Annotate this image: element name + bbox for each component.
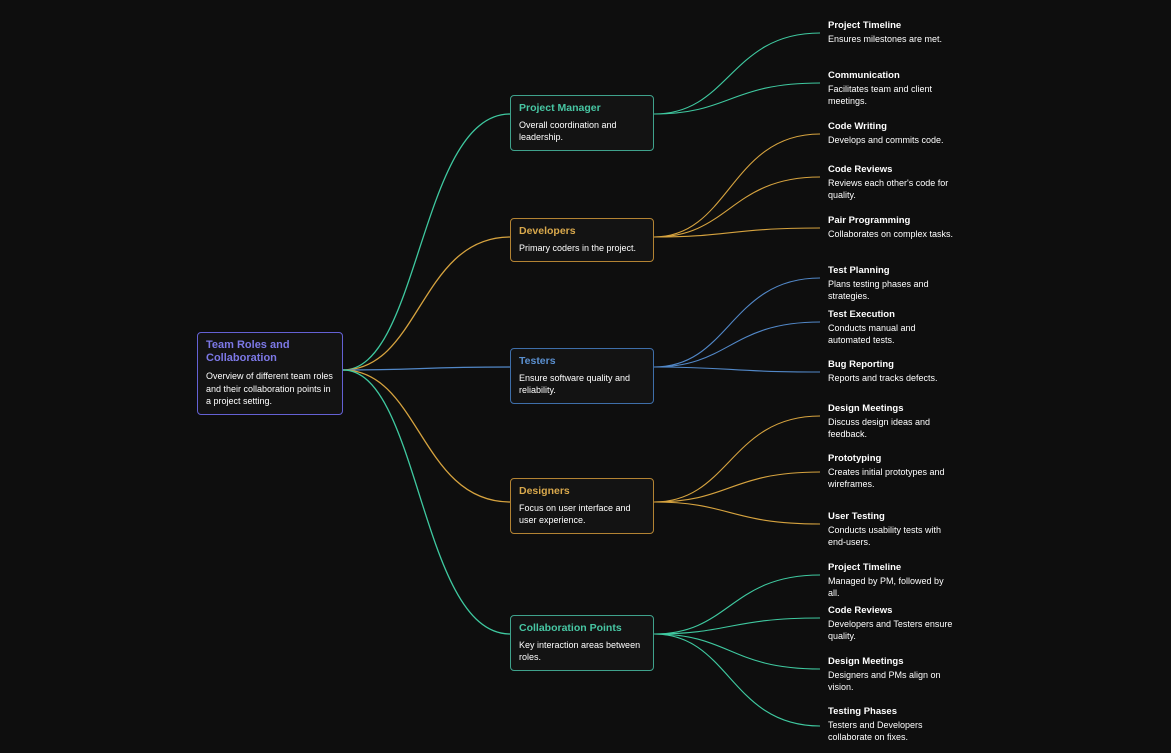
- leaf-desc: Developers and Testers ensure quality.: [828, 619, 954, 642]
- branch-desc: Ensure software quality and reliability.: [519, 372, 645, 396]
- branch-title: Project Manager: [519, 102, 645, 115]
- leaf-desc: Managed by PM, followed by all.: [828, 576, 954, 599]
- branch-designers[interactable]: Designers Focus on user interface and us…: [510, 478, 654, 534]
- leaf-title: Code Reviews: [828, 606, 954, 616]
- leaf-collab-design-meetings[interactable]: Design Meetings Designers and PMs align …: [820, 657, 962, 694]
- leaf-prototyping[interactable]: Prototyping Creates initial prototypes a…: [820, 454, 962, 491]
- leaf-title: Design Meetings: [828, 404, 954, 414]
- leaf-desc: Reviews each other's code for quality.: [828, 178, 954, 201]
- leaf-project-timeline[interactable]: Project Timeline Ensures milestones are …: [820, 21, 962, 46]
- leaf-title: Pair Programming: [828, 216, 954, 226]
- leaf-code-writing[interactable]: Code Writing Develops and commits code.: [820, 122, 962, 147]
- leaf-pair-programming[interactable]: Pair Programming Collaborates on complex…: [820, 216, 962, 241]
- leaf-title: Project Timeline: [828, 563, 954, 573]
- leaf-desc: Creates initial prototypes and wireframe…: [828, 467, 954, 490]
- leaf-desc: Designers and PMs align on vision.: [828, 670, 954, 693]
- leaf-title: Prototyping: [828, 454, 954, 464]
- leaf-desc: Ensures milestones are met.: [828, 34, 954, 46]
- leaf-desc: Reports and tracks defects.: [828, 373, 954, 385]
- mindmap-canvas[interactable]: Team Roles and Collaboration Overview of…: [0, 0, 1171, 753]
- leaf-collab-testing-phases[interactable]: Testing Phases Testers and Developers co…: [820, 707, 962, 744]
- leaf-title: Design Meetings: [828, 657, 954, 667]
- leaf-desc: Discuss design ideas and feedback.: [828, 417, 954, 440]
- branch-title: Designers: [519, 485, 645, 498]
- leaf-collab-code-reviews[interactable]: Code Reviews Developers and Testers ensu…: [820, 606, 962, 643]
- leaf-title: Project Timeline: [828, 21, 954, 31]
- leaf-title: Bug Reporting: [828, 360, 954, 370]
- branch-title: Developers: [519, 225, 645, 238]
- branch-developers[interactable]: Developers Primary coders in the project…: [510, 218, 654, 262]
- leaf-title: User Testing: [828, 512, 954, 522]
- leaf-desc: Facilitates team and client meetings.: [828, 84, 954, 107]
- branch-desc: Primary coders in the project.: [519, 242, 645, 254]
- branch-testers[interactable]: Testers Ensure software quality and reli…: [510, 348, 654, 404]
- branch-title: Testers: [519, 355, 645, 368]
- leaf-title: Communication: [828, 71, 954, 81]
- root-desc: Overview of different team roles and the…: [206, 370, 334, 406]
- leaf-title: Code Reviews: [828, 165, 954, 175]
- leaf-desc: Collaborates on complex tasks.: [828, 229, 954, 241]
- leaf-title: Code Writing: [828, 122, 954, 132]
- leaf-title: Test Planning: [828, 266, 954, 276]
- branch-title: Collaboration Points: [519, 622, 645, 635]
- leaf-title: Testing Phases: [828, 707, 954, 717]
- root-node[interactable]: Team Roles and Collaboration Overview of…: [197, 332, 343, 415]
- leaf-bug-reporting[interactable]: Bug Reporting Reports and tracks defects…: [820, 360, 962, 385]
- leaf-collab-project-timeline[interactable]: Project Timeline Managed by PM, followed…: [820, 563, 962, 600]
- leaf-desc: Testers and Developers collaborate on fi…: [828, 720, 954, 743]
- leaf-desc: Conducts manual and automated tests.: [828, 323, 954, 346]
- leaf-desc: Plans testing phases and strategies.: [828, 279, 954, 302]
- leaf-user-testing[interactable]: User Testing Conducts usability tests wi…: [820, 512, 962, 549]
- branch-desc: Overall coordination and leadership.: [519, 119, 645, 143]
- leaf-test-planning[interactable]: Test Planning Plans testing phases and s…: [820, 266, 962, 303]
- branch-collaboration-points[interactable]: Collaboration Points Key interaction are…: [510, 615, 654, 671]
- root-title: Team Roles and Collaboration: [206, 339, 334, 365]
- leaf-desc: Develops and commits code.: [828, 135, 954, 147]
- leaf-title: Test Execution: [828, 310, 954, 320]
- branch-desc: Focus on user interface and user experie…: [519, 502, 645, 526]
- leaf-communication[interactable]: Communication Facilitates team and clien…: [820, 71, 962, 108]
- leaf-test-execution[interactable]: Test Execution Conducts manual and autom…: [820, 310, 962, 347]
- leaf-desc: Conducts usability tests with end-users.: [828, 525, 954, 548]
- leaf-code-reviews[interactable]: Code Reviews Reviews each other's code f…: [820, 165, 962, 202]
- branch-desc: Key interaction areas between roles.: [519, 639, 645, 663]
- branch-project-manager[interactable]: Project Manager Overall coordination and…: [510, 95, 654, 151]
- leaf-design-meetings[interactable]: Design Meetings Discuss design ideas and…: [820, 404, 962, 441]
